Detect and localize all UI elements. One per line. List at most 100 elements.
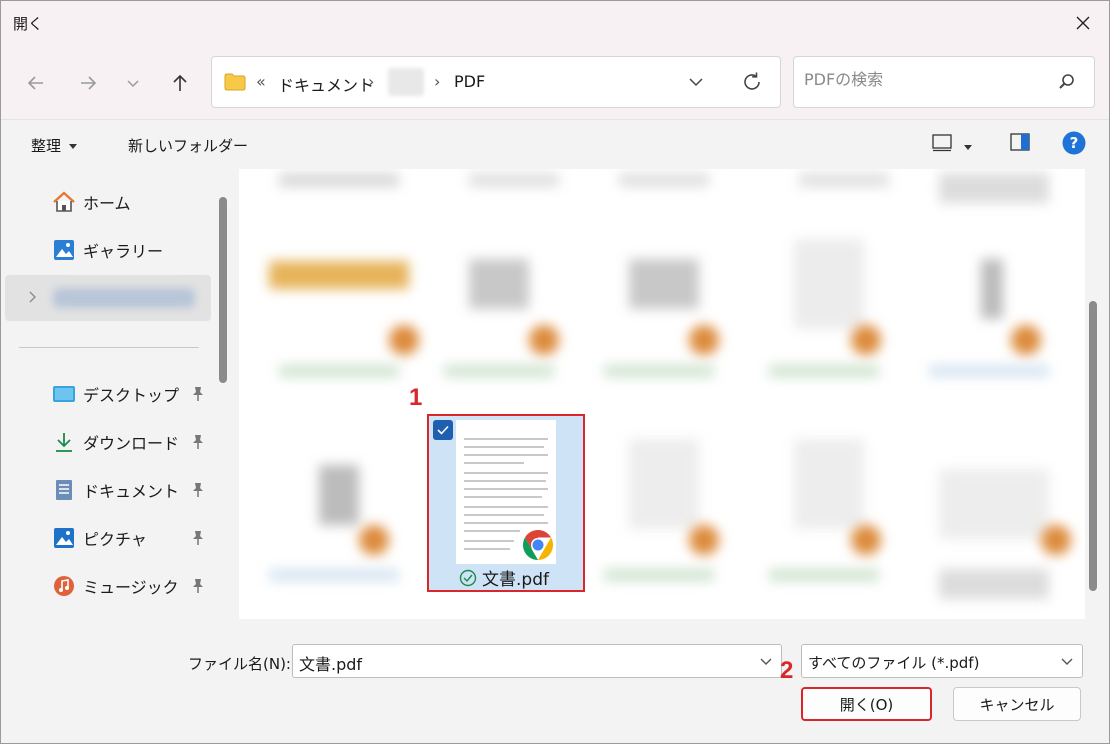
selected-file-name: 文書.pdf xyxy=(459,565,549,590)
blurred-chrome-icon xyxy=(389,325,419,355)
sidebar-item-home[interactable]: ホーム xyxy=(5,179,211,225)
text-line xyxy=(464,506,548,508)
sidebar-item-gallery[interactable]: ギャラリー xyxy=(5,227,211,273)
open-button[interactable]: 開く(O) xyxy=(801,687,932,721)
new-folder-button[interactable]: 新しいフォルダー xyxy=(128,135,248,156)
sidebar-item-label: ミュージック xyxy=(83,578,179,597)
sidebar-item-downloads[interactable]: ダウンロード xyxy=(5,419,211,465)
blurred-chrome-icon xyxy=(689,525,719,555)
text-line xyxy=(464,462,524,464)
sync-status-icon xyxy=(459,569,477,586)
organize-button[interactable]: 整理 xyxy=(31,135,78,156)
text-line xyxy=(464,530,520,532)
step-2-label: 2 xyxy=(780,657,794,684)
text-line xyxy=(464,540,514,542)
arrow-right-icon xyxy=(81,76,97,90)
search-box[interactable] xyxy=(793,56,1095,108)
blurred-file[interactable] xyxy=(939,173,1049,203)
blurred-file[interactable] xyxy=(794,239,864,329)
search-icon[interactable] xyxy=(1058,73,1076,91)
sidebar-item-label: ホーム xyxy=(83,194,131,213)
navigation-pane: ホーム ギャラリー デスクトップ ダウンロード ドキュメント ピクチャ ミュージ… xyxy=(1,169,215,619)
text-line xyxy=(464,480,546,482)
blurred-file[interactable] xyxy=(469,173,559,187)
close-button[interactable] xyxy=(1057,1,1109,45)
text-line xyxy=(464,472,548,474)
caret-down-icon xyxy=(964,145,972,150)
blurred-file[interactable] xyxy=(629,439,699,529)
pin-icon[interactable] xyxy=(191,386,205,402)
selected-file-item[interactable]: 文書.pdf xyxy=(427,414,585,592)
chevron-right-icon[interactable] xyxy=(27,291,37,303)
address-overflow[interactable]: « xyxy=(256,72,266,91)
breadcrumb-hidden-folder[interactable] xyxy=(388,68,424,96)
up-button[interactable] xyxy=(166,69,194,97)
sidebar-item-label: ギャラリー xyxy=(83,242,164,261)
svg-text:?: ? xyxy=(1070,134,1079,152)
breadcrumb-documents[interactable]: ドキュメント xyxy=(278,72,374,96)
back-button[interactable] xyxy=(22,69,50,97)
home-icon xyxy=(51,189,77,215)
pin-icon[interactable] xyxy=(191,530,205,546)
filename-input[interactable]: 文書.pdf xyxy=(292,644,782,678)
recent-locations-button[interactable] xyxy=(119,69,147,97)
sidebar-item-onedrive[interactable] xyxy=(5,275,211,321)
organize-label: 整理 xyxy=(31,137,62,155)
blurred-filename xyxy=(929,365,1049,377)
content-scrollbar[interactable] xyxy=(1089,301,1097,591)
filetype-select[interactable]: すべてのファイル (*.pdf) xyxy=(801,644,1083,678)
refresh-icon[interactable] xyxy=(740,70,764,94)
blurred-file[interactable] xyxy=(469,259,529,309)
blurred-chrome-icon xyxy=(1041,525,1071,555)
file-label: 文書.pdf xyxy=(482,570,549,590)
blurred-file[interactable] xyxy=(619,173,709,187)
pin-icon[interactable] xyxy=(191,434,205,450)
document-icon xyxy=(51,477,77,503)
filename-value: 文書.pdf xyxy=(299,655,363,674)
title-bar: 開く xyxy=(1,1,1109,45)
blurred-file[interactable] xyxy=(981,259,1003,319)
chevron-down-icon[interactable] xyxy=(687,73,705,91)
blurred-filename xyxy=(604,365,714,377)
sidebar-scrollbar[interactable] xyxy=(219,197,227,383)
sidebar-item-label: ダウンロード xyxy=(83,434,180,453)
blurred-file[interactable] xyxy=(629,259,699,309)
cancel-button[interactable]: キャンセル xyxy=(953,687,1081,721)
text-line xyxy=(464,488,548,490)
blurred-file[interactable] xyxy=(269,261,409,289)
forward-button[interactable] xyxy=(74,69,102,97)
blurred-filename xyxy=(279,365,399,377)
preview-pane-button[interactable] xyxy=(1010,133,1030,155)
sidebar-item-documents[interactable]: ドキュメント xyxy=(5,467,211,513)
open-file-dialog: 開く « ドキュメント › › PDF PDFの検索 整理 新しいフォルダー ?… xyxy=(0,0,1110,744)
text-line xyxy=(464,496,542,498)
view-options-button[interactable] xyxy=(932,134,972,156)
blurred-chrome-icon xyxy=(359,525,389,555)
blurred-file[interactable] xyxy=(939,469,1049,539)
blurred-file[interactable] xyxy=(794,439,864,529)
blurred-file[interactable] xyxy=(799,173,889,187)
chevron-down-icon xyxy=(1061,658,1073,665)
breadcrumb-pdf[interactable]: PDF xyxy=(454,72,485,91)
checkbox[interactable] xyxy=(433,420,453,440)
search-input[interactable] xyxy=(804,70,1044,89)
checkmark-icon xyxy=(437,425,449,435)
sidebar-item-pictures[interactable]: ピクチャ xyxy=(5,515,211,561)
help-button[interactable]: ? xyxy=(1062,131,1086,159)
address-bar[interactable]: « ドキュメント › › PDF xyxy=(211,56,781,108)
text-line xyxy=(464,514,544,516)
sidebar-item-desktop[interactable]: デスクトップ xyxy=(5,371,211,417)
blurred-file[interactable] xyxy=(279,173,399,187)
sidebar-item-music[interactable]: ミュージック xyxy=(5,563,211,609)
dialog-footer: ファイル名(N): 文書.pdf すべてのファイル (*.pdf) 2 開く(O… xyxy=(1,619,1109,743)
blurred-account-label xyxy=(53,288,195,308)
pin-icon[interactable] xyxy=(191,482,205,498)
chevron-down-icon[interactable] xyxy=(759,657,773,667)
text-line xyxy=(464,548,510,550)
blurred-filename xyxy=(604,569,714,581)
folder-icon xyxy=(224,73,246,91)
step-1-label: 1 xyxy=(409,384,423,411)
blurred-file[interactable] xyxy=(319,465,359,525)
pin-icon[interactable] xyxy=(191,578,205,594)
download-icon xyxy=(51,429,77,455)
